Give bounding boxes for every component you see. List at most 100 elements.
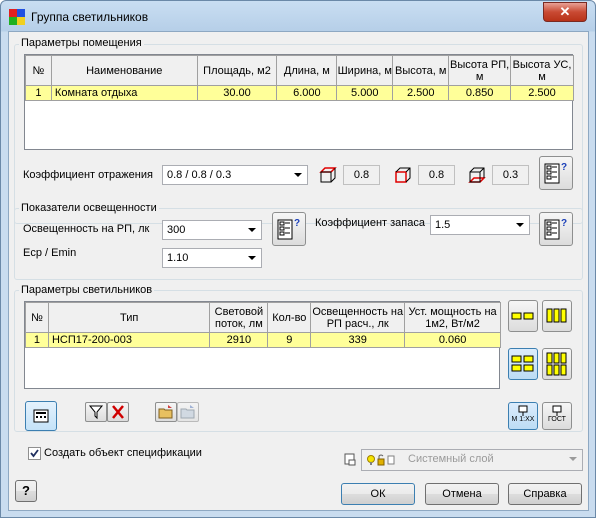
- fix-col-count[interactable]: Кол-во: [267, 302, 312, 333]
- illuminance-select[interactable]: 300: [162, 220, 262, 240]
- fix-col-num[interactable]: №: [25, 302, 49, 333]
- room-table[interactable]: № Наименование Площадь, м2 Длина, м Шири…: [24, 54, 574, 150]
- help-icon-button[interactable]: ?: [15, 480, 37, 502]
- gost-label: ГОСТ: [548, 416, 566, 423]
- room-params-label: Параметры помещения: [19, 37, 144, 49]
- fix-cell-num[interactable]: 1: [25, 332, 49, 348]
- fixtures-table[interactable]: № Тип Световой поток, лм Кол-во Освещенн…: [24, 301, 501, 389]
- gost-button[interactable]: ГОСТ: [542, 402, 572, 430]
- room-col-area[interactable]: Площадь, м2: [196, 55, 278, 86]
- room-col-height-us[interactable]: Высота УС, м: [510, 55, 574, 86]
- catalog-icon: ?: [544, 218, 567, 240]
- layout-2-button[interactable]: [508, 300, 538, 332]
- reflection-value: 0.8 / 0.8 / 0.3: [167, 169, 232, 181]
- layout-matrix-button[interactable]: [542, 348, 572, 380]
- room-col-length[interactable]: Длина, м: [276, 55, 338, 86]
- help-button[interactable]: Справка: [508, 483, 582, 505]
- fix-cell-power[interactable]: 0.060: [404, 332, 501, 348]
- scale-label: М 1:XX: [511, 416, 535, 423]
- cancel-button[interactable]: Отмена: [425, 483, 499, 505]
- save-folder-button[interactable]: [177, 402, 199, 422]
- scale-button[interactable]: М 1:XX: [508, 402, 538, 430]
- delete-icon: [112, 405, 124, 419]
- create-spec-label[interactable]: Создать объект спецификации: [44, 447, 202, 459]
- layout-3-button[interactable]: [542, 300, 572, 332]
- room-cell-length[interactable]: 6.000: [276, 85, 338, 101]
- svg-text:?: ?: [561, 218, 567, 229]
- create-spec-checkbox[interactable]: [28, 447, 41, 460]
- room-catalog-button[interactable]: ?: [539, 156, 573, 190]
- room-cell-height[interactable]: 2.500: [392, 85, 450, 101]
- fix-cell-illuminance[interactable]: 339: [310, 332, 406, 348]
- fix-col-flux[interactable]: Световой поток, лм: [209, 302, 269, 333]
- table-row[interactable]: 1 НСП17-200-003 2910 9 339 0.060: [25, 332, 501, 348]
- layout-grid-icon: [511, 355, 534, 372]
- ceiling-cube-icon: [319, 167, 337, 183]
- room-col-width[interactable]: Ширина, м: [336, 55, 394, 86]
- lighting-label: Показатели освещенности: [19, 202, 159, 214]
- walls-cube-icon: [395, 167, 411, 183]
- ecp-select[interactable]: 1.10: [162, 248, 262, 268]
- window-title: Группа светильников: [31, 10, 149, 24]
- fix-col-illuminance[interactable]: Освещенность на РП расч., лк: [310, 302, 406, 333]
- layer-value: Системный слой: [408, 453, 494, 465]
- ok-button[interactable]: ОК: [341, 483, 415, 505]
- illuminance-label: Освещенность на РП, лк: [23, 223, 150, 235]
- dialog-client: Параметры помещения № Наименование Площа…: [8, 31, 589, 511]
- folder-save-icon: [180, 405, 195, 419]
- reserve-catalog-button[interactable]: ?: [539, 212, 573, 246]
- filter-button[interactable]: [85, 402, 107, 422]
- chevron-down-icon: [248, 228, 256, 232]
- layer-props-icon[interactable]: [343, 452, 357, 466]
- layer-select[interactable]: Системный слой: [361, 449, 583, 471]
- chevron-down-icon: [248, 256, 256, 260]
- room-cell-num[interactable]: 1: [25, 85, 52, 101]
- fix-col-power[interactable]: Уст. мощность на 1м2, Вт/м2: [404, 302, 501, 333]
- reserve-label: Коэффициент запаса: [315, 217, 425, 229]
- layout-matrix-icon: [546, 352, 567, 376]
- dialog-window: Группа светильников ✕ Параметры помещени…: [0, 0, 596, 518]
- ceiling-value: 0.8: [343, 165, 380, 185]
- walls-value: 0.8: [418, 165, 455, 185]
- fix-col-type[interactable]: Тип: [47, 302, 211, 333]
- reserve-select[interactable]: 1.5: [430, 215, 530, 235]
- floor-value: 0.3: [492, 165, 529, 185]
- title-bar: Группа светильников ✕: [1, 1, 595, 31]
- ecp-label: Eср / Emin: [23, 247, 77, 259]
- illuminance-catalog-button[interactable]: ?: [272, 212, 306, 246]
- folder-open-icon: [158, 405, 173, 419]
- room-cell-height-rp[interactable]: 0.850: [448, 85, 512, 101]
- layout-two-icon: [511, 312, 534, 320]
- room-col-height-rp[interactable]: Высота РП, м: [448, 55, 512, 86]
- room-cell-name[interactable]: Комната отдыха: [50, 85, 198, 101]
- layout-grid-button[interactable]: [508, 348, 538, 380]
- fix-cell-count[interactable]: 9: [267, 332, 312, 348]
- fix-cell-type[interactable]: НСП17-200-003: [47, 332, 211, 348]
- open-folder-button[interactable]: [155, 402, 177, 422]
- table-row[interactable]: 1 Комната отдыха 30.00 6.000 5.000 2.500…: [25, 85, 574, 101]
- close-button[interactable]: ✕: [543, 2, 587, 22]
- reflection-select[interactable]: 0.8 / 0.8 / 0.3: [162, 165, 308, 185]
- illuminance-value: 300: [167, 224, 186, 236]
- room-cell-height-us[interactable]: 2.500: [510, 85, 574, 101]
- chevron-down-icon: [569, 457, 577, 461]
- reflection-label: Коэффициент отражения: [23, 169, 153, 181]
- filter-icon: [88, 405, 104, 420]
- layer-state-icons: [367, 454, 395, 466]
- svg-text:?: ?: [561, 162, 567, 173]
- room-cell-width[interactable]: 5.000: [336, 85, 394, 101]
- fix-cell-flux[interactable]: 2910: [209, 332, 269, 348]
- app-icon: [9, 9, 25, 25]
- ecp-value: 1.10: [167, 252, 189, 264]
- fixtures-label: Параметры светильников: [19, 284, 155, 296]
- svg-text:?: ?: [294, 218, 300, 229]
- checkmark-icon: [30, 449, 39, 458]
- calculator-icon: [33, 409, 49, 423]
- calculator-button[interactable]: [25, 401, 57, 431]
- room-col-num[interactable]: №: [25, 55, 52, 86]
- room-cell-area[interactable]: 30.00: [196, 85, 278, 101]
- catalog-icon: ?: [544, 162, 567, 184]
- room-col-height[interactable]: Высота, м: [392, 55, 450, 86]
- delete-button[interactable]: [107, 402, 129, 422]
- room-col-name[interactable]: Наименование: [50, 55, 198, 86]
